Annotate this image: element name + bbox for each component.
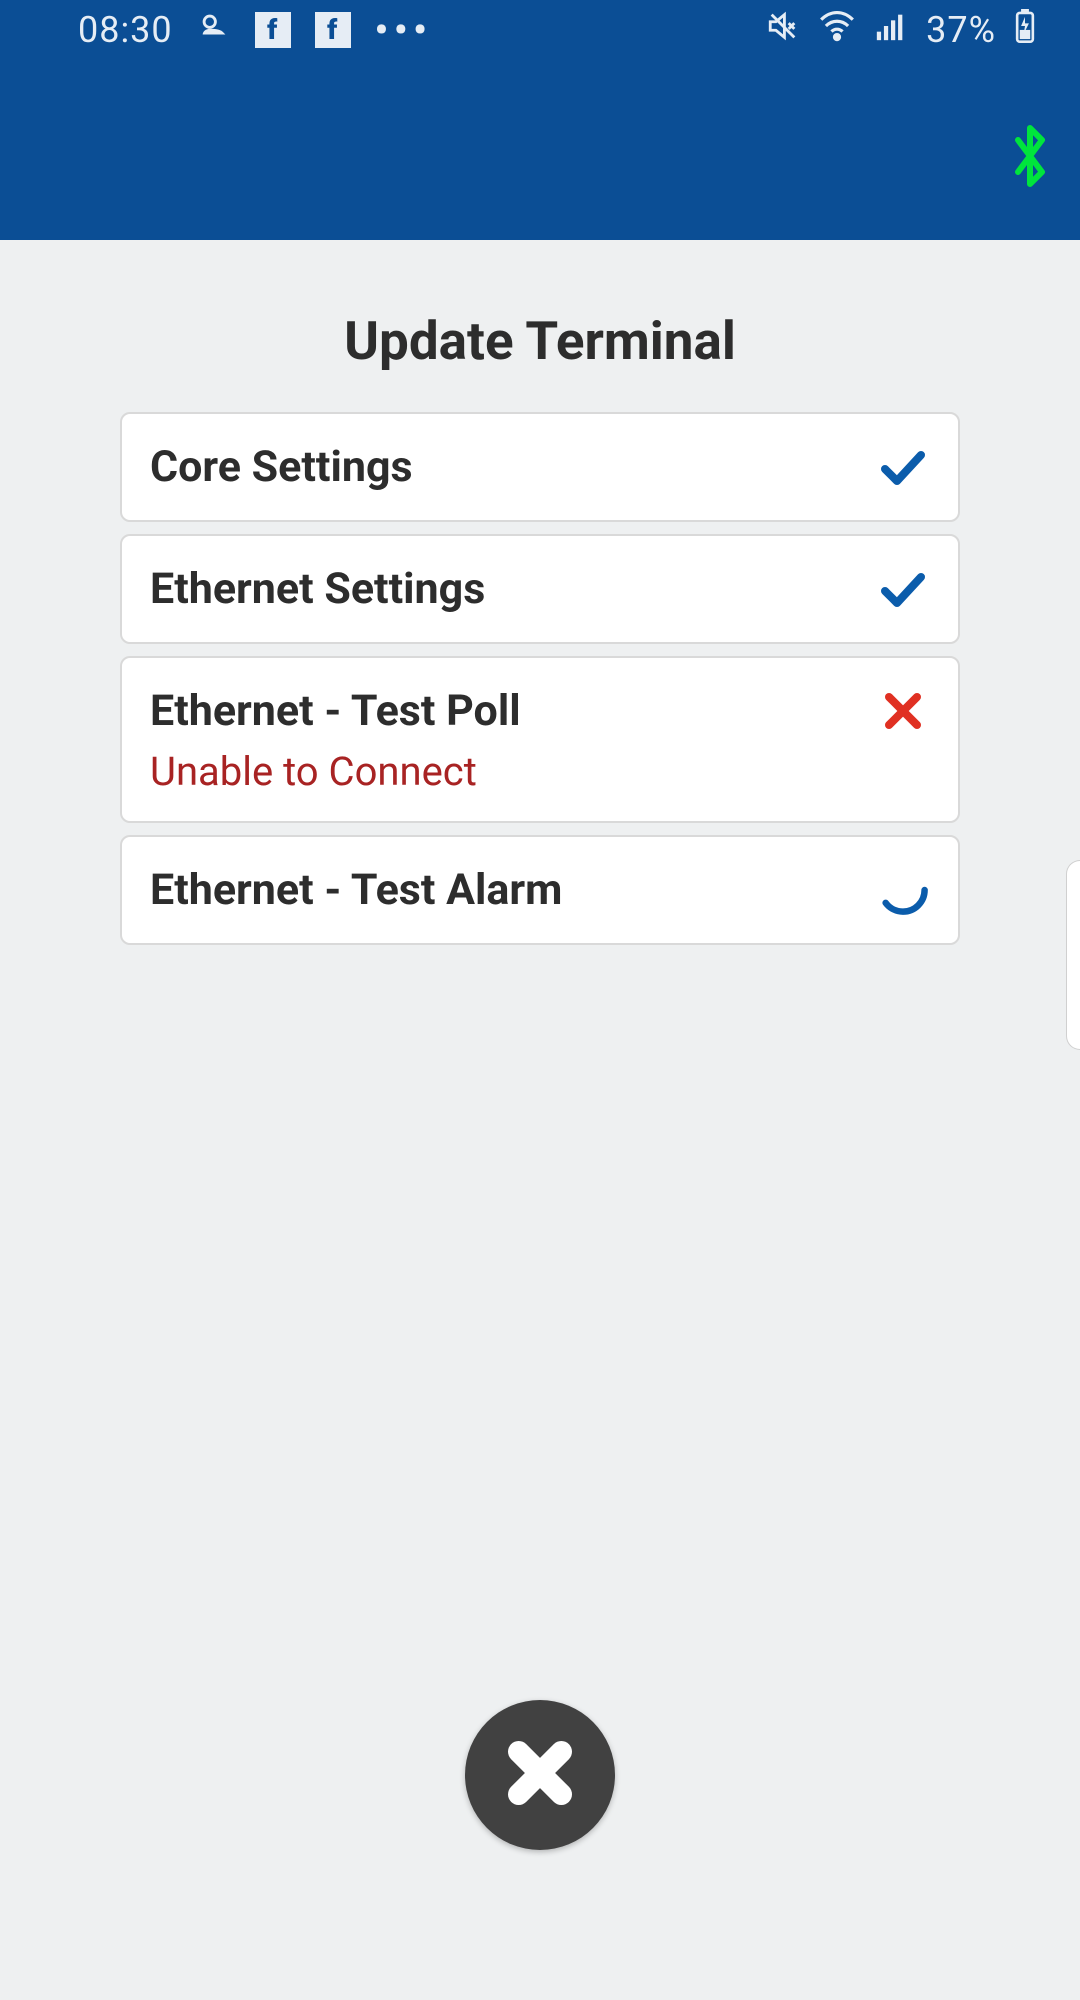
card-error-text: Unable to Connect bbox=[150, 748, 930, 795]
status-time: 08:30 bbox=[78, 9, 173, 51]
facebook-icon: f bbox=[255, 12, 291, 48]
more-dots-icon: ••• bbox=[375, 9, 433, 51]
status-left: 08:30 f f ••• bbox=[78, 9, 433, 52]
app-header: 08:30 f f ••• 37% bbox=[0, 0, 1080, 240]
cards-list: Core Settings Ethernet Settings Ethernet… bbox=[0, 412, 1080, 945]
card-title: Ethernet - Test Poll bbox=[150, 686, 521, 736]
facebook-icon-2: f bbox=[315, 12, 351, 48]
weather-icon bbox=[197, 9, 231, 52]
signal-icon bbox=[874, 9, 908, 52]
card-title: Ethernet Settings bbox=[150, 564, 485, 614]
wifi-icon bbox=[818, 7, 856, 54]
card-ethernet-test-poll[interactable]: Ethernet - Test Poll Unable to Connect bbox=[120, 656, 960, 823]
battery-percent: 37% bbox=[926, 9, 996, 51]
card-title: Core Settings bbox=[150, 442, 413, 492]
check-icon bbox=[876, 440, 930, 494]
scroll-indicator[interactable] bbox=[1066, 860, 1080, 1050]
battery-icon bbox=[1014, 9, 1036, 52]
close-icon bbox=[508, 1741, 572, 1809]
bluetooth-icon bbox=[1006, 120, 1054, 196]
card-core-settings[interactable]: Core Settings bbox=[120, 412, 960, 522]
close-button[interactable] bbox=[465, 1700, 615, 1850]
cross-icon bbox=[876, 684, 930, 738]
card-ethernet-settings[interactable]: Ethernet Settings bbox=[120, 534, 960, 644]
mute-icon bbox=[766, 9, 800, 52]
page-title: Update Terminal bbox=[0, 310, 1080, 372]
status-bar: 08:30 f f ••• 37% bbox=[0, 0, 1080, 60]
status-right: 37% bbox=[766, 7, 1036, 54]
card-ethernet-test-alarm[interactable]: Ethernet - Test Alarm bbox=[120, 835, 960, 945]
check-icon bbox=[876, 562, 930, 616]
card-title: Ethernet - Test Alarm bbox=[150, 865, 562, 915]
spinner-icon bbox=[876, 863, 930, 917]
